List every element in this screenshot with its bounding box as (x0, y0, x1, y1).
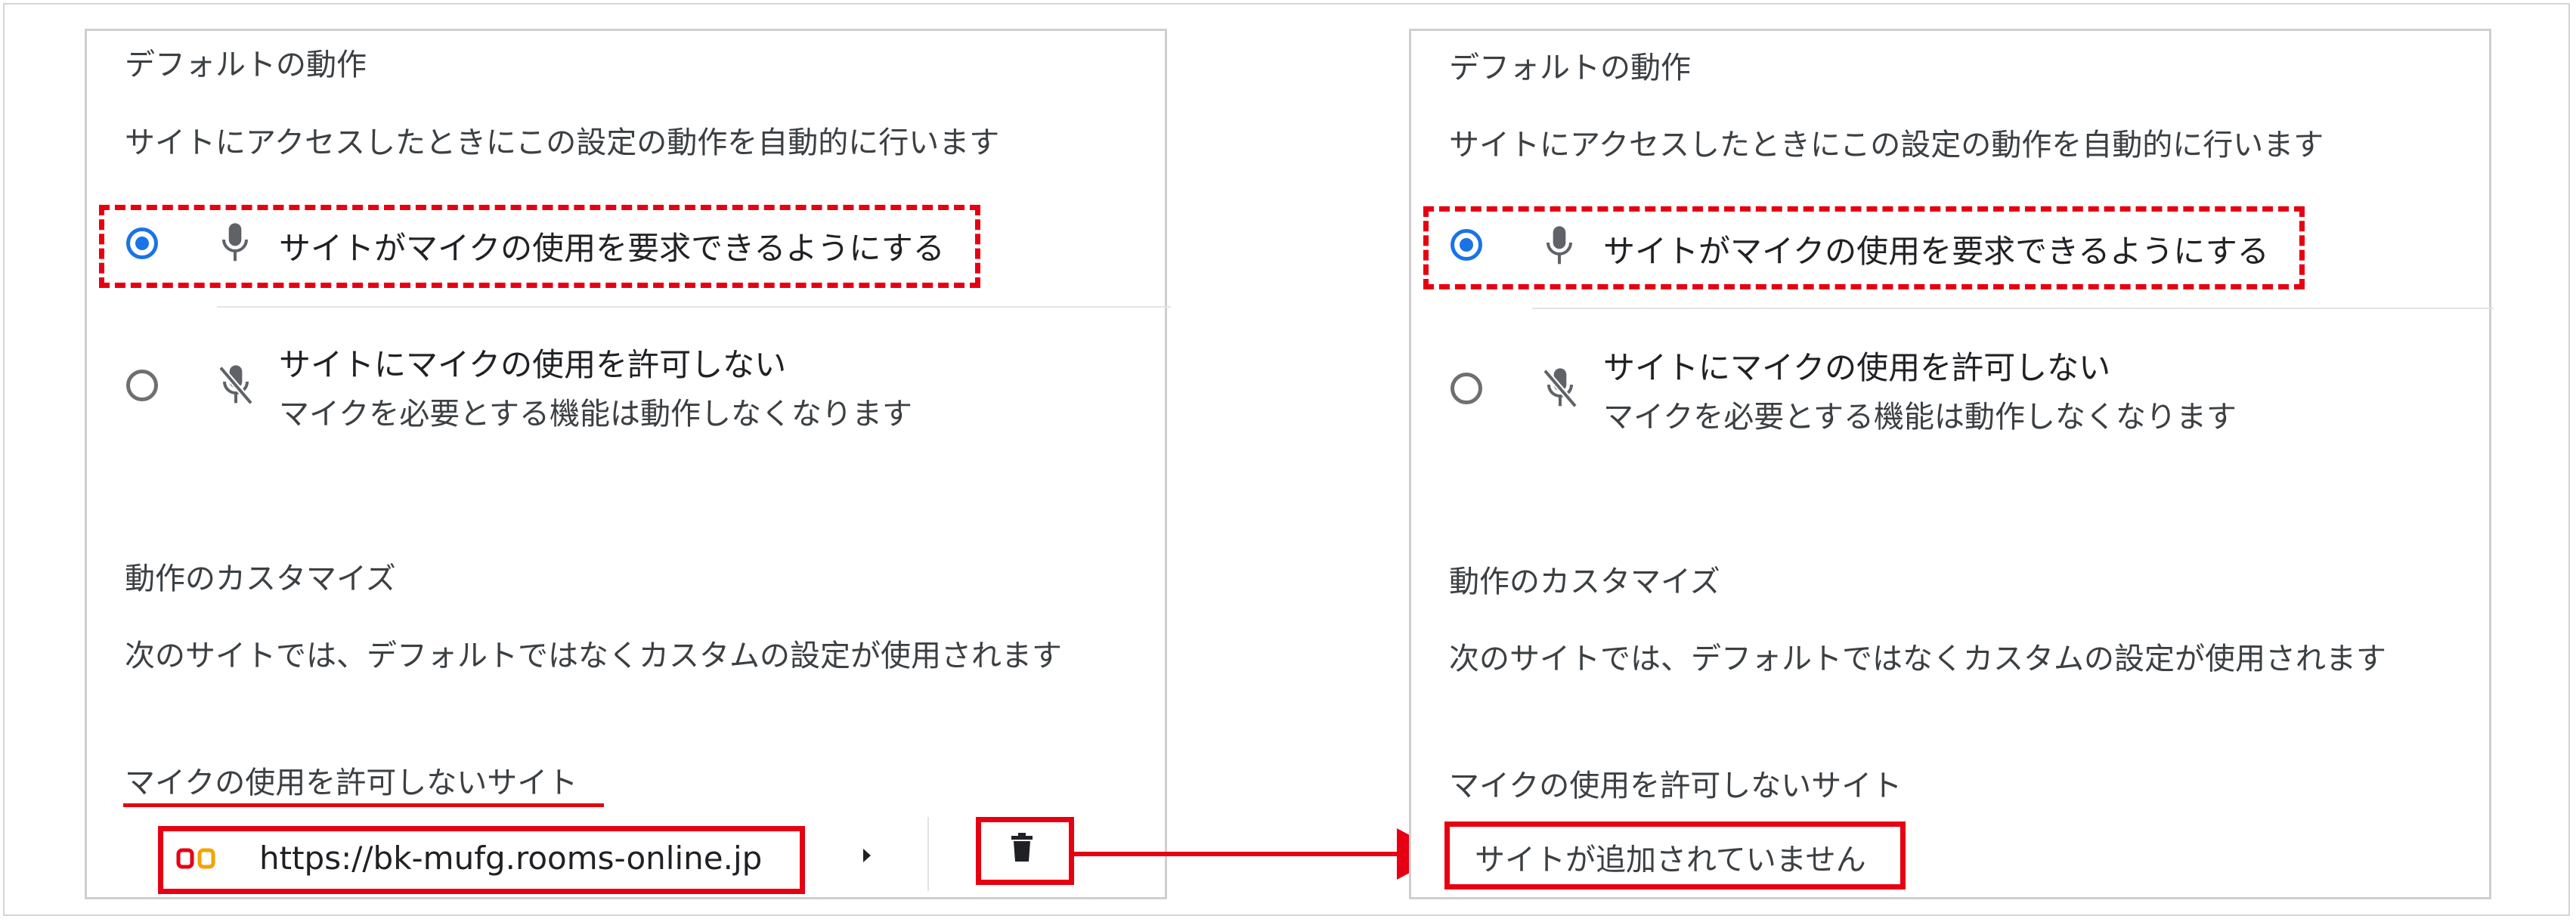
option-block-label: サイトにマイクの使用を許可しない (1603, 349, 2111, 386)
option-block-sublabel: マイクを必要とする機能は動作しなくなります (1603, 400, 2237, 435)
radio-block-unselected[interactable] (1451, 373, 1482, 404)
blocked-sites-heading: マイクの使用を許可しないサイト (125, 766, 578, 800)
default-behavior-heading: デフォルトの動作 (125, 48, 367, 82)
default-behavior-heading: デフォルトの動作 (1449, 51, 1691, 85)
default-behavior-description: サイトにアクセスしたときにこの設定の動作を自動的に行います (125, 125, 1000, 160)
option-block-sublabel: マイクを必要とする機能は動作しなくなります (279, 397, 912, 432)
option-divider (217, 306, 1171, 308)
highlight-delete-button (976, 817, 1074, 885)
option-divider (1532, 308, 2494, 309)
radio-block-unselected[interactable] (126, 370, 158, 401)
blocked-sites-heading: マイクの使用を許可しないサイト (1449, 769, 1903, 803)
customize-description: 次のサイトでは、デフォルトではなくカスタムの設定が使用されます (125, 639, 1062, 673)
customize-description: 次のサイトでは、デフォルトではなくカスタムの設定が使用されます (1449, 642, 2386, 676)
customize-heading: 動作のカスタマイズ (1449, 565, 1720, 599)
mic-off-icon (1541, 367, 1579, 410)
highlight-allow-option (99, 205, 980, 288)
settings-panel-before: デフォルトの動作 サイトにアクセスしたときにこの設定の動作を自動的に行います サ… (85, 29, 1171, 899)
highlight-site-url (158, 826, 805, 894)
expand-arrow-icon[interactable] (861, 846, 873, 868)
highlight-empty-message (1444, 821, 1906, 890)
highlight-allow-option (1423, 206, 2305, 289)
blocked-heading-underline (123, 803, 604, 807)
mic-off-icon (217, 364, 255, 407)
settings-panel-after: デフォルトの動作 サイトにアクセスしたときにこの設定の動作を自動的に行います サ… (1409, 29, 2494, 899)
row-separator (927, 817, 929, 891)
default-behavior-description: サイトにアクセスしたときにこの設定の動作を自動的に行います (1449, 128, 2324, 162)
customize-heading: 動作のカスタマイズ (125, 562, 396, 596)
transition-arrow (1072, 828, 1445, 880)
option-block-label: サイトにマイクの使用を許可しない (279, 346, 787, 383)
